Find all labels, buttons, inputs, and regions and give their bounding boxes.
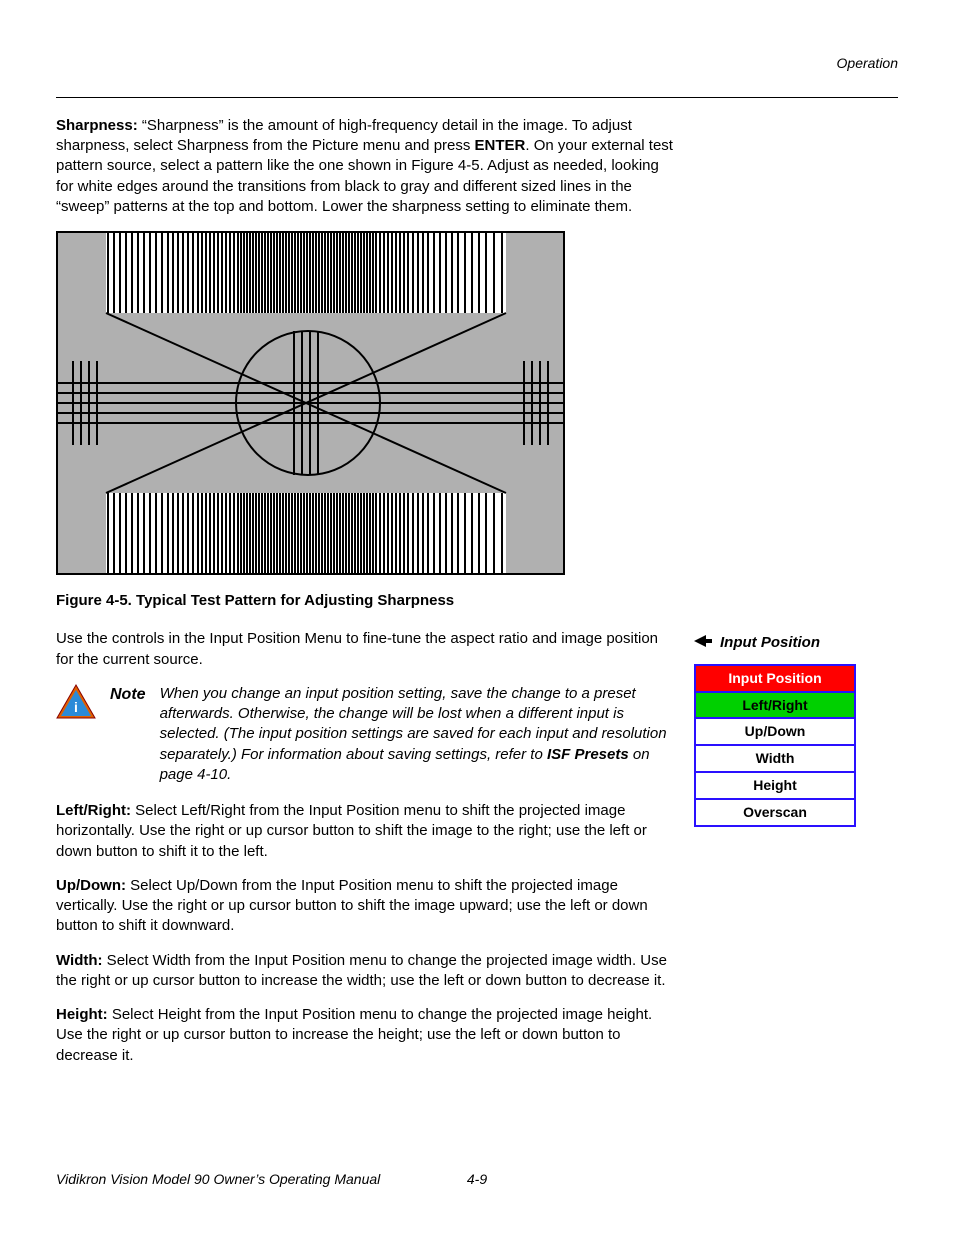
warning-triangle-icon: i [56,684,96,726]
section-header: Operation [56,54,898,73]
width-text: Select Width from the Input Position men… [56,952,667,989]
menu-item-selected: Left/Right [696,693,854,720]
svg-text:i: i [74,699,78,715]
width-paragraph: Width: Select Width from the Input Posit… [56,951,676,992]
up-down-label: Up/Down: [56,877,126,894]
input-position-menu: Input Position Left/Right Up/Down Width … [694,664,856,827]
up-down-paragraph: Up/Down: Select Up/Down from the Input P… [56,876,676,937]
note-body: When you change an input position settin… [160,684,676,785]
footer-manual-title: Vidikron Vision Model 90 Owner’s Operati… [56,1170,380,1189]
menu-item: Up/Down [696,719,854,746]
left-right-paragraph: Left/Right: Select Left/Right from the I… [56,801,676,862]
menu-title: Input Position [696,666,854,693]
footer-page-number: 4-9 [467,1170,487,1189]
side-heading-text: Input Position [720,633,820,653]
note-block: i Note When you change an input position… [56,684,676,785]
enter-key: ENTER [475,137,526,154]
height-paragraph: Height: Select Height from the Input Pos… [56,1005,676,1066]
menu-item: Height [696,773,854,800]
width-label: Width: [56,952,103,969]
menu-item: Width [696,746,854,773]
input-position-intro: Use the controls in the Input Position M… [56,629,676,670]
up-down-text: Select Up/Down from the Input Position m… [56,877,648,935]
sharpness-test-pattern [56,231,565,575]
note-label: Note [110,684,146,706]
figure-caption: Figure 4-5. Typical Test Pattern for Adj… [56,591,676,611]
left-right-text: Select Left/Right from the Input Positio… [56,802,647,860]
note-ref: ISF Presets [547,746,629,763]
left-right-label: Left/Right: [56,802,131,819]
height-label: Height: [56,1006,108,1023]
height-text: Select Height from the Input Position me… [56,1006,652,1064]
input-position-side-heading: Input Position [694,633,894,653]
sharpness-paragraph: Sharpness: “Sharpness” is the amount of … [56,116,676,217]
arrow-left-icon [694,633,712,653]
menu-item: Overscan [696,800,854,825]
sharpness-label: Sharpness: [56,117,138,134]
header-rule [56,97,898,98]
